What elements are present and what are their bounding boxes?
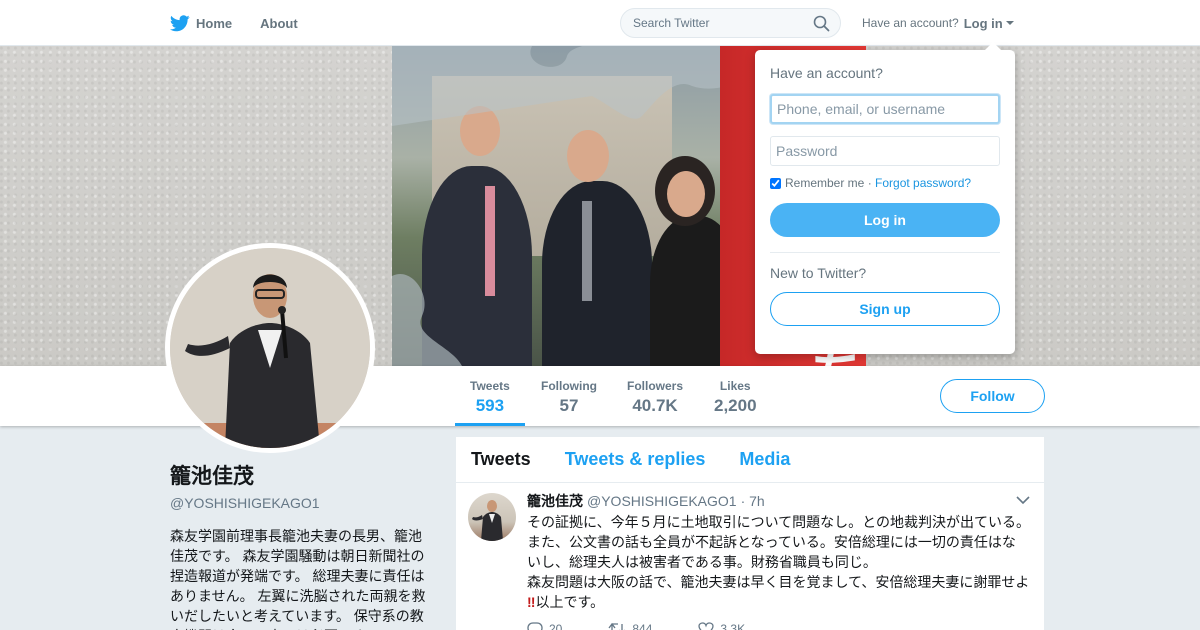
timeline-tabs: Tweets Tweets & replies Media [456,437,1044,483]
profile-avatar[interactable] [165,243,375,453]
stat-value: 2,200 [714,396,757,415]
login-dropdown-title: Have an account? [770,65,883,81]
retweet-count: 844 [632,622,653,630]
like-count: 3.3K [720,622,746,630]
tab-media[interactable]: Media [739,449,790,470]
profile-name[interactable]: 籠池佳茂 [170,460,430,490]
top-navigation-bar: Home About Have an account? Log in [0,0,1200,46]
stat-likes[interactable]: Likes 2,200 [699,366,772,426]
stat-value: 57 [559,396,579,415]
stat-label: Tweets [470,379,510,393]
twitter-bird-icon [170,14,190,31]
reply-count: 20 [549,622,563,630]
tweet-line-text: 以上です。 [535,594,605,610]
chevron-down-icon[interactable] [1016,495,1030,505]
remember-me-label[interactable]: Remember me [785,176,864,190]
have-account-text: Have an account? [862,16,959,30]
timeline: Tweets Tweets & replies Media 籠池佳茂 @YOSH… [456,437,1044,630]
tweet-avatar[interactable] [468,493,516,541]
new-to-twitter-text: New to Twitter? [770,265,867,281]
nav-home-label: Home [196,15,233,31]
password-field[interactable] [770,136,1000,166]
profile-handle[interactable]: @YOSHISHIGEKAGO1 [170,495,430,511]
profile-bio: 森友学園前理事長籠池夫妻の長男、籠池佳茂です。 森友学園騒動は朝日新聞社の捏造報… [170,528,426,630]
search-icon[interactable] [813,15,830,32]
dropdown-divider [770,252,1000,253]
tweet[interactable]: 籠池佳茂 @YOSHISHIGEKAGO1 · 7h その証拠に、今年５月に土地… [456,483,1044,630]
nav-home[interactable]: Home [170,0,232,46]
login-dropdown: Have an account? Remember me · Forgot pa… [755,42,1015,354]
profile-card: 籠池佳茂 @YOSHISHIGEKAGO1 森友学園前理事長籠池夫妻の長男、籠池… [170,460,430,630]
tweet-actions: 20 844 3.3K [527,622,1029,630]
search-box[interactable] [620,8,841,38]
remember-me-row: Remember me · Forgot password? [770,176,1000,190]
dropdown-arrow [985,42,1001,50]
tweet-line: その証拠に、今年５月に土地取引について問題なし。との地裁判決が出ている。 [527,514,1031,530]
tweet-line: ‼以上です。 [527,592,1029,612]
tweet-timestamp[interactable]: · 7h [741,493,765,509]
stat-tweets[interactable]: Tweets 593 [455,366,525,426]
stat-label: Followers [627,379,684,393]
avatar-person-illustration [170,248,370,448]
username-field[interactable] [770,94,1000,124]
tweet-line: また、公文書の話も全員が不起訴となっている。安倍総理には一切の責任はないし、総理… [527,534,1016,570]
search-input[interactable] [633,16,803,30]
tweet-line: 森友問題は大阪の話で、籠池夫妻は早く目を覚まして、安倍総理夫妻に謝罪せよ [527,574,1030,590]
nav-about-label: About [260,15,298,31]
nav-left: Home About [170,0,326,46]
stat-following[interactable]: Following 57 [526,366,612,426]
follow-button[interactable]: Follow [940,379,1045,413]
reply-icon [527,622,543,630]
separator-dot: · [864,176,876,190]
retweet-icon [608,622,626,630]
remember-me-checkbox[interactable] [770,177,781,189]
heart-icon [698,622,715,630]
tweet-text: その証拠に、今年５月に土地取引について問題なし。との地裁判決が出ている。 また、… [527,512,1031,612]
like-action[interactable]: 3.3K [698,622,745,630]
login-menu-toggle[interactable]: Log in [964,16,1014,31]
tweet-author-name[interactable]: 籠池佳茂 [527,491,583,511]
stat-label: Following [541,379,597,393]
stat-value: 40.7K [632,396,678,415]
retweet-action[interactable]: 844 [608,622,652,630]
caret-down-icon [1005,21,1014,25]
tab-tweets-and-replies[interactable]: Tweets & replies [565,449,706,470]
forgot-password-link[interactable]: Forgot password? [875,176,971,190]
login-button[interactable]: Log in [770,203,1000,237]
stat-value: 593 [475,396,505,415]
login-menu-label: Log in [963,15,1003,31]
stat-followers[interactable]: Followers 40.7K [612,366,698,426]
reply-action[interactable]: 20 [527,622,562,630]
nav-about[interactable]: About [260,0,298,46]
signup-button[interactable]: Sign up [770,292,1000,326]
account-area: Have an account? Log in [862,0,1014,46]
tweet-author-handle[interactable]: @YOSHISHIGEKAGO1 [587,493,737,509]
stat-label: Likes [719,379,751,393]
tab-tweets[interactable]: Tweets [471,449,531,470]
tweet-header: 籠池佳茂 @YOSHISHIGEKAGO1 · 7h [527,491,1029,511]
tweet-avatar-illustration [472,500,503,541]
